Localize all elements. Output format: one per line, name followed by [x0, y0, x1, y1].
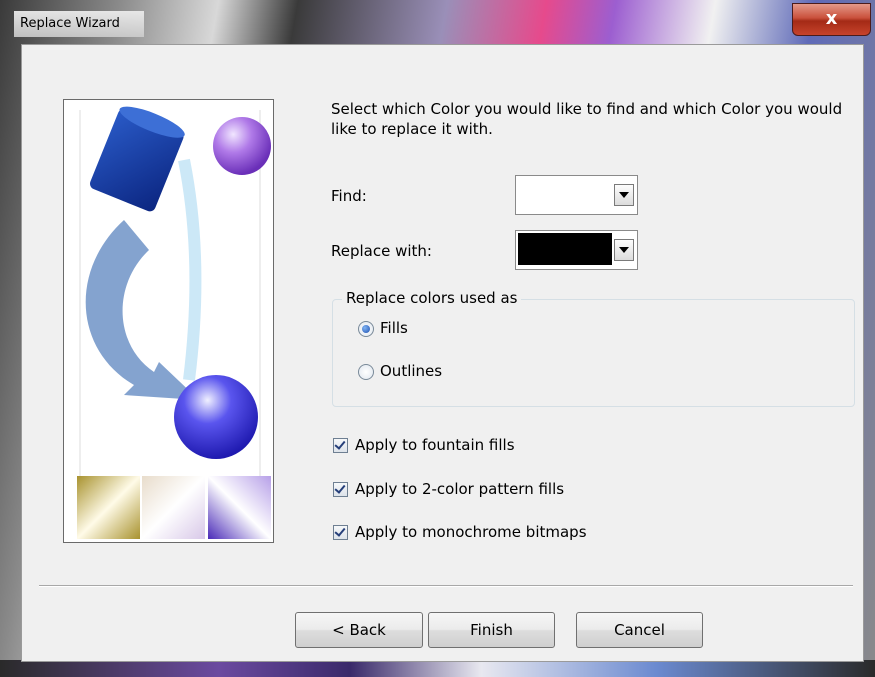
cancel-button[interactable]: Cancel — [576, 612, 703, 648]
fountain-fills-checkbox[interactable] — [333, 438, 348, 453]
back-button[interactable]: < Back — [295, 612, 423, 648]
pattern-fills-checkbox[interactable] — [333, 482, 348, 497]
window-title: Replace Wizard — [14, 11, 144, 37]
monochrome-bitmaps-checkbox[interactable] — [333, 525, 348, 540]
dropdown-arrow-icon[interactable] — [614, 184, 634, 206]
separator — [39, 585, 853, 587]
dialog-client: Select which Color you would like to fin… — [21, 44, 864, 662]
outlines-radio-label[interactable]: Outlines — [380, 362, 442, 380]
finish-button[interactable]: Finish — [428, 612, 555, 648]
window-frame-bottom — [0, 660, 875, 677]
pattern-fills-label[interactable]: Apply to 2-color pattern fills — [355, 480, 564, 498]
replace-colors-legend: Replace colors used as — [342, 289, 522, 307]
find-color-picker[interactable] — [515, 175, 638, 215]
replace-colors-group — [332, 299, 855, 407]
replace-with-label: Replace with: — [331, 242, 432, 260]
monochrome-bitmaps-label[interactable]: Apply to monochrome bitmaps — [355, 523, 587, 541]
replace-color-picker[interactable] — [515, 230, 638, 270]
find-color-swatch — [518, 178, 612, 210]
fills-radio-label[interactable]: Fills — [380, 319, 408, 337]
fountain-fills-label[interactable]: Apply to fountain fills — [355, 436, 515, 454]
replace-color-swatch — [518, 233, 612, 265]
paint-bucket-illustration — [77, 106, 271, 539]
close-icon: x — [825, 8, 838, 29]
wizard-illustration — [63, 99, 274, 543]
outlines-radio[interactable] — [358, 364, 374, 380]
close-button[interactable]: x — [792, 3, 871, 36]
intro-text: Select which Color you would like to fin… — [331, 100, 843, 138]
fills-radio[interactable] — [358, 321, 374, 337]
find-label: Find: — [331, 187, 367, 205]
dropdown-arrow-icon[interactable] — [614, 239, 634, 261]
